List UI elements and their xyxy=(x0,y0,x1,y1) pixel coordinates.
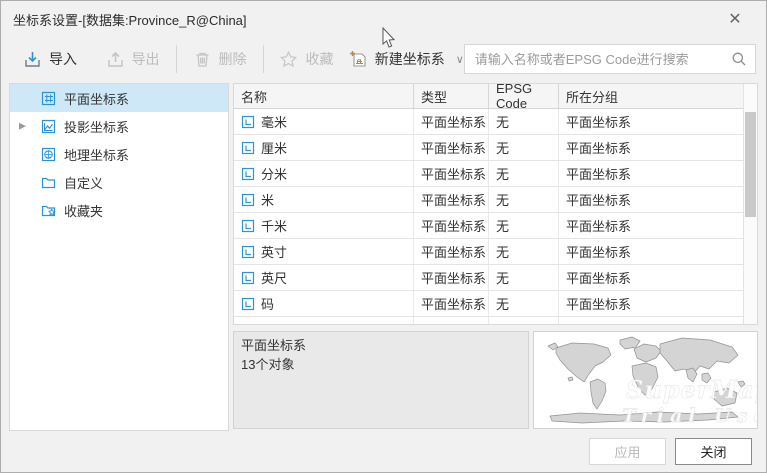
crs-item-icon xyxy=(241,115,255,129)
delete-label: 删除 xyxy=(219,49,247,69)
plane-crs-icon xyxy=(40,90,57,107)
sidebar-item-favorites[interactable]: 收藏夹 xyxy=(10,196,228,224)
column-header-epsg[interactable]: EPSG Code xyxy=(489,84,559,108)
favorites-folder-icon xyxy=(40,202,57,219)
dialog-title: 坐标系设置-[数据集:Province_R@China] xyxy=(13,10,724,29)
table-row-partial xyxy=(234,317,757,325)
delete-button[interactable]: 删除 xyxy=(193,49,247,69)
crs-category-tree: 平面坐标系 ▶ 投影坐标系 地理坐标系 自定义 收藏夹 xyxy=(9,83,229,431)
coordinate-system-dialog: 坐标系设置-[数据集:Province_R@China] ✕ 导入 导出 删除 xyxy=(0,0,767,473)
sidebar-item-label: 投影坐标系 xyxy=(64,117,129,136)
close-icon[interactable]: ✕ xyxy=(724,8,746,30)
import-button[interactable]: 导入 xyxy=(23,49,77,69)
crs-item-icon xyxy=(241,141,255,155)
new-crs-label: 新建坐标系 xyxy=(375,49,445,69)
toolbar-separator xyxy=(263,45,264,73)
apply-button[interactable]: 应用 xyxy=(589,438,666,465)
scrollbar-thumb[interactable] xyxy=(745,112,756,217)
table-row[interactable]: 码 平面坐标系 无 平面坐标系 xyxy=(234,291,757,317)
export-button[interactable]: 导出 xyxy=(106,49,160,69)
column-header-name[interactable]: 名称 xyxy=(234,84,414,108)
sidebar-item-plane-crs[interactable]: 平面坐标系 xyxy=(10,84,228,112)
geographic-crs-icon xyxy=(40,146,57,163)
sidebar-item-label: 地理坐标系 xyxy=(64,145,129,164)
sidebar-item-projected-crs[interactable]: ▶ 投影坐标系 xyxy=(10,112,228,140)
crs-item-icon xyxy=(241,245,255,259)
favorite-label: 收藏 xyxy=(305,49,333,69)
crs-item-icon xyxy=(241,271,255,285)
titlebar: 坐标系设置-[数据集:Province_R@China] ✕ xyxy=(1,1,766,37)
sidebar-item-label: 收藏夹 xyxy=(64,201,103,220)
table-row[interactable]: 分米 平面坐标系 无 平面坐标系 xyxy=(234,161,757,187)
sidebar-item-label: 自定义 xyxy=(64,173,103,192)
table-row[interactable]: 厘米 平面坐标系 无 平面坐标系 xyxy=(234,135,757,161)
star-icon xyxy=(279,50,298,69)
table-header: 名称 类型 EPSG Code 所在分组 xyxy=(234,84,757,109)
info-category: 平面坐标系 xyxy=(241,336,521,355)
table-row[interactable]: 千米 平面坐标系 无 平面坐标系 xyxy=(234,213,757,239)
search-box xyxy=(464,44,756,74)
import-label: 导入 xyxy=(49,49,77,69)
new-crs-button[interactable]: 新建坐标系 ∨ xyxy=(349,49,464,69)
column-header-type[interactable]: 类型 xyxy=(414,84,489,108)
watermark-line1: SuperMap xyxy=(626,375,757,404)
new-crs-icon xyxy=(349,50,368,69)
sidebar-item-custom[interactable]: 自定义 xyxy=(10,168,228,196)
table-row[interactable]: 毫米 平面坐标系 无 平面坐标系 xyxy=(234,109,757,135)
map-preview: SuperMap Trial Use xyxy=(533,331,758,429)
table-scrollbar[interactable] xyxy=(743,84,757,324)
search-icon[interactable] xyxy=(731,51,747,67)
crs-item-icon xyxy=(241,219,255,233)
crs-item-icon xyxy=(241,167,255,181)
folder-icon xyxy=(40,174,57,191)
crs-item-icon xyxy=(241,297,255,311)
export-icon xyxy=(106,50,125,69)
expand-arrow-icon[interactable]: ▶ xyxy=(19,121,26,132)
table-row[interactable]: 米 平面坐标系 无 平面坐标系 xyxy=(234,187,757,213)
sidebar-item-geographic-crs[interactable]: 地理坐标系 xyxy=(10,140,228,168)
crs-table: 名称 类型 EPSG Code 所在分组 毫米 平面坐标系 无 平面坐标系 厘米… xyxy=(233,83,758,325)
table-row[interactable]: 英寸 平面坐标系 无 平面坐标系 xyxy=(234,239,757,265)
favorite-button[interactable]: 收藏 xyxy=(279,49,333,69)
footer: 应用 关闭 xyxy=(1,431,766,472)
import-icon xyxy=(23,50,42,69)
toolbar: 导入 导出 删除 收藏 新建坐标系 xyxy=(1,37,766,81)
watermark-line2: Trial Use xyxy=(622,405,757,427)
close-button[interactable]: 关闭 xyxy=(675,438,752,465)
info-object-count: 13个对象 xyxy=(241,355,521,374)
selection-info-panel: 平面坐标系 13个对象 xyxy=(233,331,529,429)
table-row[interactable]: 英尺 平面坐标系 无 平面坐标系 xyxy=(234,265,757,291)
crs-item-icon xyxy=(241,193,255,207)
sidebar-item-label: 平面坐标系 xyxy=(64,89,129,108)
search-input[interactable] xyxy=(473,51,731,68)
world-map-image: SuperMap Trial Use xyxy=(534,332,757,428)
column-header-group[interactable]: 所在分组 xyxy=(559,84,744,108)
trash-icon xyxy=(193,50,212,69)
toolbar-separator xyxy=(176,45,177,73)
chevron-down-icon: ∨ xyxy=(456,53,464,66)
projected-crs-icon xyxy=(40,118,57,135)
export-label: 导出 xyxy=(132,49,160,69)
